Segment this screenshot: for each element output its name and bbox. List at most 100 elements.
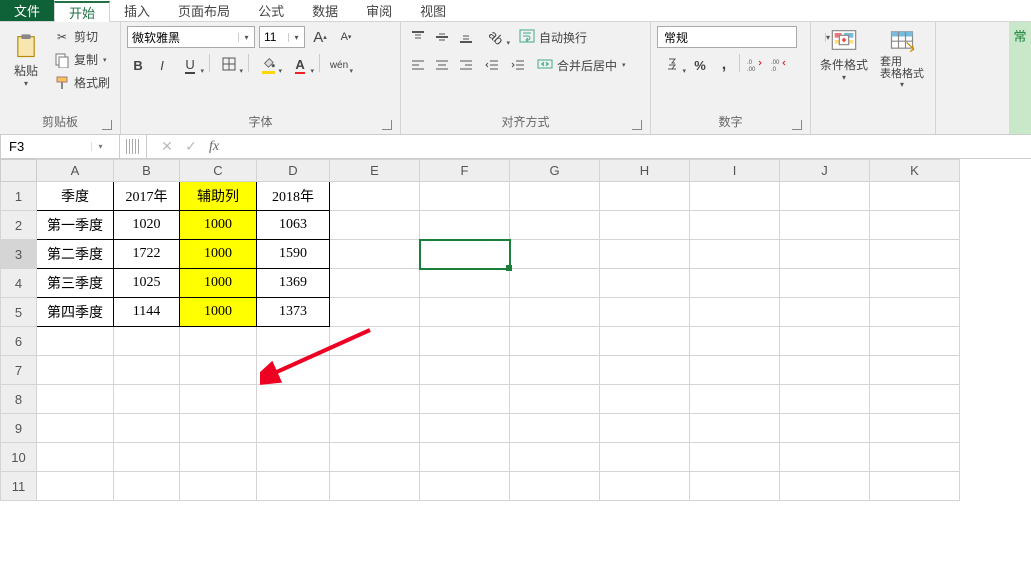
- cell[interactable]: [510, 182, 600, 211]
- confirm-button[interactable]: ✓: [179, 138, 203, 155]
- wrap-text-button[interactable]: 自动换行: [515, 27, 591, 48]
- borders-button[interactable]: ▾: [214, 54, 244, 76]
- cell[interactable]: [600, 472, 690, 501]
- cell[interactable]: [690, 443, 780, 472]
- align-bottom-button[interactable]: [455, 26, 477, 48]
- align-left-button[interactable]: [407, 54, 429, 76]
- cell[interactable]: [114, 472, 180, 501]
- cell[interactable]: [690, 269, 780, 298]
- dialog-launcher[interactable]: [102, 120, 112, 130]
- cell[interactable]: [420, 269, 510, 298]
- cell[interactable]: [780, 472, 870, 501]
- cell[interactable]: 2018年: [257, 182, 330, 211]
- fx-icon[interactable]: fx: [209, 139, 219, 155]
- cell[interactable]: 1063: [257, 211, 330, 240]
- cell[interactable]: [420, 211, 510, 240]
- cell[interactable]: [420, 356, 510, 385]
- dropdown-arrow-icon[interactable]: ▾: [238, 33, 254, 42]
- cell[interactable]: [257, 356, 330, 385]
- cell[interactable]: [180, 472, 257, 501]
- row-header[interactable]: 4: [1, 269, 37, 298]
- row-header[interactable]: 3: [1, 240, 37, 269]
- format-painter-button[interactable]: 格式刷: [50, 72, 114, 93]
- percent-button[interactable]: %: [689, 54, 711, 76]
- cell[interactable]: [690, 211, 780, 240]
- tab-insert[interactable]: 插入: [110, 0, 164, 21]
- dialog-launcher[interactable]: [632, 120, 642, 130]
- cell[interactable]: [690, 182, 780, 211]
- comma-button[interactable]: ,: [713, 54, 735, 76]
- cell[interactable]: [780, 269, 870, 298]
- cell[interactable]: [600, 240, 690, 269]
- cell[interactable]: [330, 414, 420, 443]
- formula-input[interactable]: [225, 139, 1031, 154]
- cell[interactable]: [257, 327, 330, 356]
- cell[interactable]: [510, 269, 600, 298]
- cell[interactable]: [870, 356, 960, 385]
- select-all-corner[interactable]: [1, 160, 37, 182]
- name-box[interactable]: ▾: [0, 135, 120, 158]
- tab-view[interactable]: 视图: [406, 0, 460, 21]
- underline-button[interactable]: U▾: [175, 54, 205, 76]
- cell[interactable]: [37, 327, 114, 356]
- cell[interactable]: 1000: [180, 211, 257, 240]
- cell[interactable]: 第三季度: [37, 269, 114, 298]
- cell[interactable]: [420, 327, 510, 356]
- cell[interactable]: 1373: [257, 298, 330, 327]
- cell[interactable]: [37, 356, 114, 385]
- cell[interactable]: [37, 472, 114, 501]
- cell[interactable]: [600, 269, 690, 298]
- align-center-button[interactable]: [431, 54, 453, 76]
- cell[interactable]: [114, 356, 180, 385]
- cell[interactable]: 1369: [257, 269, 330, 298]
- column-header[interactable]: I: [690, 160, 780, 182]
- cell[interactable]: [870, 240, 960, 269]
- row-header[interactable]: 9: [1, 414, 37, 443]
- increase-decimal-button[interactable]: .0.00: [744, 54, 766, 76]
- cell[interactable]: [690, 327, 780, 356]
- row-header[interactable]: 6: [1, 327, 37, 356]
- orientation-button[interactable]: ab▾: [481, 26, 511, 48]
- cell[interactable]: [690, 385, 780, 414]
- italic-button[interactable]: I: [151, 54, 173, 76]
- cell[interactable]: [330, 443, 420, 472]
- cell[interactable]: 1000: [180, 240, 257, 269]
- cell[interactable]: [420, 414, 510, 443]
- file-menu[interactable]: 文件: [0, 0, 54, 21]
- cell[interactable]: [870, 182, 960, 211]
- cell[interactable]: [780, 327, 870, 356]
- cell[interactable]: [180, 385, 257, 414]
- cell[interactable]: 1590: [257, 240, 330, 269]
- accounting-format-button[interactable]: ▾: [657, 54, 687, 76]
- column-header[interactable]: D: [257, 160, 330, 182]
- cell[interactable]: [870, 443, 960, 472]
- number-format-combo[interactable]: ▾: [657, 26, 797, 48]
- cell[interactable]: 辅助列: [180, 182, 257, 211]
- cell[interactable]: [37, 385, 114, 414]
- cell[interactable]: 第一季度: [37, 211, 114, 240]
- cell[interactable]: [870, 211, 960, 240]
- tab-home[interactable]: 开始: [54, 1, 110, 22]
- cell[interactable]: [330, 472, 420, 501]
- cell[interactable]: [690, 240, 780, 269]
- paste-button[interactable]: 粘贴 ▾: [6, 32, 46, 88]
- increase-font-button[interactable]: A▴: [309, 26, 331, 48]
- row-header[interactable]: 7: [1, 356, 37, 385]
- cell[interactable]: [510, 385, 600, 414]
- bold-button[interactable]: B: [127, 54, 149, 76]
- cell[interactable]: [690, 472, 780, 501]
- number-format-input[interactable]: [658, 30, 825, 44]
- cell[interactable]: [330, 298, 420, 327]
- cell[interactable]: 第四季度: [37, 298, 114, 327]
- row-header[interactable]: 2: [1, 211, 37, 240]
- format-as-table-button[interactable]: 套用 表格格式 ▾: [875, 26, 929, 89]
- cut-button[interactable]: ✂ 剪切: [50, 26, 114, 47]
- cell[interactable]: [600, 356, 690, 385]
- fill-color-button[interactable]: ▾: [253, 54, 283, 76]
- cell[interactable]: [330, 240, 420, 269]
- cell[interactable]: [420, 298, 510, 327]
- cell[interactable]: [510, 327, 600, 356]
- cell[interactable]: [114, 414, 180, 443]
- cell[interactable]: [690, 356, 780, 385]
- row-header[interactable]: 5: [1, 298, 37, 327]
